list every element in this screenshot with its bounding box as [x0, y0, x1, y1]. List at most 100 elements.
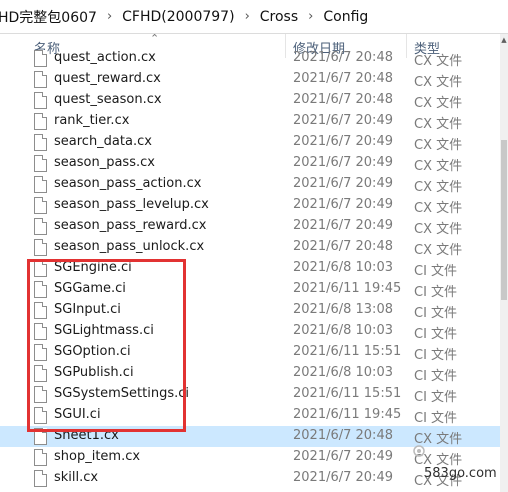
file-name: SGEngine.ci [54, 260, 132, 275]
breadcrumb-item-root[interactable]: HD完整包0607 [0, 7, 101, 27]
file-name: season_pass.cx [54, 155, 155, 170]
file-name: skill.cx [54, 470, 99, 485]
file-date: 2021/6/7 20:49 [293, 155, 393, 170]
file-name: season_pass_action.cx [54, 176, 202, 191]
file-icon [34, 71, 47, 88]
file-type: CI 文件 [414, 369, 458, 384]
file-icon [34, 386, 47, 403]
file-date: 2021/6/7 20:48 [293, 50, 393, 65]
file-date: 2021/6/8 10:03 [293, 365, 393, 380]
file-date: 2021/6/7 20:48 [293, 239, 393, 254]
file-icon [34, 134, 47, 151]
file-row[interactable]: season_pass_unlock.cx 2021/6/7 20:48 CX 文件 [0, 237, 500, 258]
file-name: rank_tier.cx [54, 113, 130, 128]
file-row[interactable]: quest_season.cx 2021/6/7 20:48 CX 文件 [0, 90, 500, 111]
file-icon [34, 155, 47, 172]
file-type: CI 文件 [414, 348, 458, 363]
file-date: 2021/6/7 20:49 [293, 470, 393, 485]
file-row[interactable]: SGLightmass.ci 2021/6/8 10:03 CI 文件 [0, 321, 500, 342]
file-icon [34, 302, 47, 319]
file-row[interactable]: rank_tier.cx 2021/6/7 20:49 CX 文件 [0, 111, 500, 132]
file-date: 2021/6/7 20:48 [293, 71, 393, 86]
file-type: CX 文件 [414, 201, 463, 216]
file-name: shop_item.cx [54, 449, 141, 464]
file-date: 2021/6/11 15:51 [293, 386, 402, 401]
file-row[interactable]: search_data.cx 2021/6/7 20:49 CX 文件 [0, 132, 500, 153]
scrollbar-thumb[interactable] [501, 140, 507, 300]
file-name: SGPublish.ci [54, 365, 134, 380]
file-type: CI 文件 [414, 285, 458, 300]
file-row[interactable]: quest_reward.cx 2021/6/7 20:48 CX 文件 [0, 69, 500, 90]
file-type: CI 文件 [414, 327, 458, 342]
file-row[interactable]: season_pass_reward.cx 2021/6/7 20:49 CX 文件 [0, 216, 500, 237]
file-icon [34, 449, 47, 466]
file-name: quest_reward.cx [54, 71, 161, 86]
file-type: CX 文件 [414, 54, 463, 69]
file-date: 2021/6/11 19:45 [293, 281, 402, 296]
file-icon [34, 218, 47, 235]
file-row[interactable]: season_pass_levelup.cx 2021/6/7 20:49 CX 文… [0, 195, 500, 216]
file-date: 2021/6/7 20:49 [293, 134, 393, 149]
file-type: CX 文件 [414, 159, 463, 174]
file-date: 2021/6/7 20:49 [293, 176, 393, 191]
file-date: 2021/6/7 20:49 [293, 218, 393, 233]
watermark: 583go.com [424, 466, 497, 481]
file-name: SGLightmass.ci [54, 323, 154, 338]
file-row[interactable]: SGUI.ci 2021/6/11 19:45 CI 文件 [0, 405, 500, 426]
file-name: SGInput.ci [54, 302, 121, 317]
file-date: 2021/6/8 10:03 [293, 323, 393, 338]
file-name: search_data.cx [54, 134, 152, 149]
file-icon [34, 239, 47, 256]
file-icon [34, 197, 47, 214]
file-icon [34, 260, 47, 277]
file-name: quest_season.cx [54, 92, 162, 107]
file-name: season_pass_reward.cx [54, 218, 207, 233]
file-type: CX 文件 [414, 222, 463, 237]
chevron-right-icon[interactable]: › [101, 9, 118, 24]
file-icon [34, 176, 47, 193]
file-row[interactable]: quest_action.cx 2021/6/7 20:48 CX 文件 [0, 48, 500, 69]
file-icon [34, 407, 47, 424]
file-icon [34, 365, 47, 382]
file-type: CX 文件 [414, 96, 463, 111]
file-row[interactable]: season_pass.cx 2021/6/7 20:49 CX 文件 [0, 153, 500, 174]
file-row[interactable]: SGInput.ci 2021/6/8 13:08 CI 文件 [0, 300, 500, 321]
chevron-right-icon[interactable]: › [239, 9, 256, 24]
file-row[interactable]: SGEngine.ci 2021/6/8 10:03 CI 文件 [0, 258, 500, 279]
file-date: 2021/6/11 19:45 [293, 407, 402, 422]
file-name: SGSystemSettings.ci [54, 386, 190, 401]
watermark-logo-icon [413, 445, 425, 457]
file-row[interactable]: SGOption.ci 2021/6/11 15:51 CI 文件 [0, 342, 500, 363]
file-type: CX 文件 [414, 243, 463, 258]
chevron-right-icon[interactable]: › [302, 9, 319, 24]
file-name: Sheet1.cx [54, 428, 119, 443]
file-date: 2021/6/8 10:03 [293, 260, 393, 275]
file-row[interactable]: SGSystemSettings.ci 2021/6/11 15:51 CI 文件 [0, 384, 500, 405]
file-row[interactable]: SGPublish.ci 2021/6/8 10:03 CI 文件 [0, 363, 500, 384]
file-type: CI 文件 [414, 390, 458, 405]
file-date: 2021/6/11 15:51 [293, 344, 402, 359]
breadcrumb-item-config[interactable]: Config [319, 9, 372, 25]
file-type: CI 文件 [414, 264, 458, 279]
file-name: season_pass_unlock.cx [54, 239, 205, 254]
file-date: 2021/6/8 13:08 [293, 302, 393, 317]
file-icon [34, 92, 47, 109]
file-date: 2021/6/7 20:49 [293, 449, 393, 464]
file-icon [34, 428, 47, 445]
sort-ascending-icon: ⌃ [150, 32, 160, 45]
file-type: CI 文件 [414, 306, 458, 321]
file-date: 2021/6/7 20:48 [293, 92, 393, 107]
file-icon [34, 470, 47, 487]
file-name: quest_action.cx [54, 50, 156, 65]
scroll-up-icon[interactable]: ▲ [500, 36, 508, 44]
file-type: CX 文件 [414, 180, 463, 195]
file-name: SGOption.ci [54, 344, 131, 359]
file-icon [34, 323, 47, 340]
breadcrumb-item-cfhd[interactable]: CFHD(2000797) [118, 9, 238, 25]
breadcrumb-item-cross[interactable]: Cross [256, 9, 302, 25]
file-row[interactable]: season_pass_action.cx 2021/6/7 20:49 CX 文件 [0, 174, 500, 195]
file-name: season_pass_levelup.cx [54, 197, 209, 212]
file-type: CX 文件 [414, 117, 463, 132]
file-type: CX 文件 [414, 75, 463, 90]
file-row[interactable]: SGGame.ci 2021/6/11 19:45 CI 文件 [0, 279, 500, 300]
